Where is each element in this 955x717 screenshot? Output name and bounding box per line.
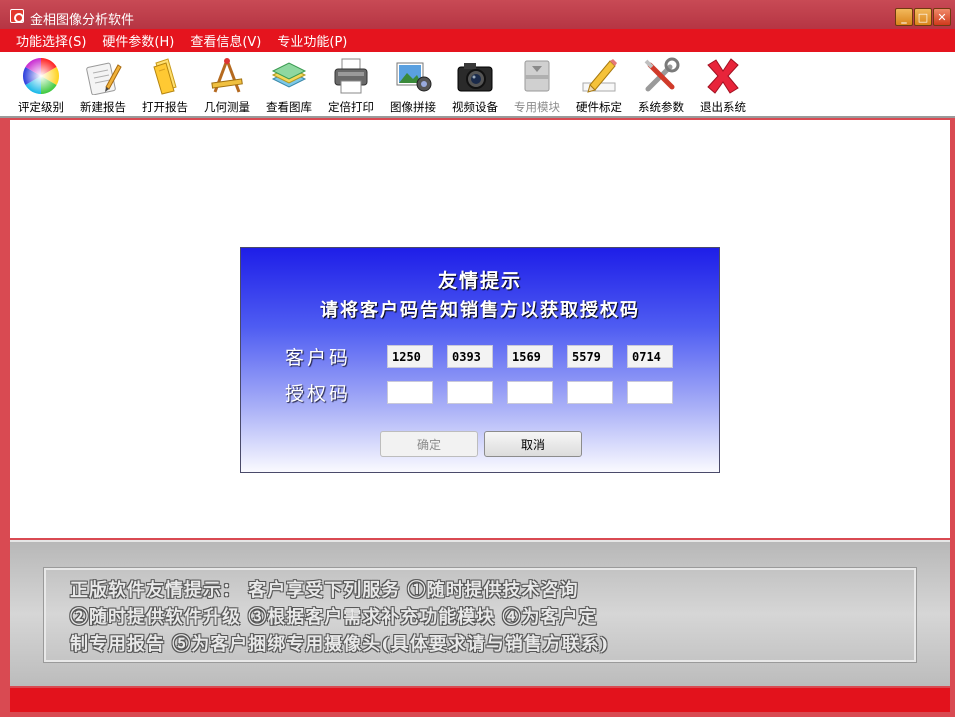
tool-label: 专用模块 bbox=[514, 100, 560, 114]
tools-icon bbox=[644, 57, 680, 92]
tool-system-params[interactable]: 系统参数 bbox=[630, 52, 692, 118]
module-icon bbox=[524, 60, 550, 92]
menu-hardware-params[interactable]: 硬件参数(H) bbox=[102, 31, 174, 50]
new-report-icon bbox=[86, 62, 122, 95]
tool-hardware-calibration[interactable]: 硬件标定 bbox=[568, 52, 630, 118]
maximize-button[interactable]: □ bbox=[914, 8, 932, 26]
title-bar[interactable]: 金相图像分析软件 _ □ ✕ bbox=[0, 0, 955, 29]
status-bar bbox=[10, 688, 950, 712]
banner-frame: 正版软件友情提示： 客户享受下列服务 ①随时提供技术咨询 ②随时提供软件升级 ③… bbox=[43, 567, 917, 663]
menu-pro-functions[interactable]: 专业功能(P) bbox=[277, 31, 347, 50]
image-stitch-icon bbox=[396, 62, 432, 92]
window-controls: _ □ ✕ bbox=[895, 8, 951, 26]
banner-line-1: 正版软件友情提示： 客户享受下列服务 ①随时提供技术咨询 bbox=[70, 580, 579, 601]
auth-code-field-4[interactable] bbox=[567, 381, 613, 404]
auth-code-field-3[interactable] bbox=[507, 381, 553, 404]
banner-line-2: ②随时提供软件升级 ③根据客户需求补充功能模块 ④为客户定 bbox=[70, 607, 598, 628]
tool-label: 硬件标定 bbox=[576, 100, 622, 114]
measure-tool-icon bbox=[211, 58, 243, 93]
dialog-title: 友情提示 bbox=[437, 270, 522, 292]
window-title: 金相图像分析软件 bbox=[30, 13, 135, 28]
tool-label: 查看图库 bbox=[266, 100, 312, 114]
close-button[interactable]: ✕ bbox=[933, 8, 951, 26]
toolbar: 评定级别 新建报告 打开报告 几何测量 查看图库 定倍打印 图像拼接 视频设备 … bbox=[0, 52, 955, 118]
ok-button[interactable]: 确定 bbox=[380, 431, 478, 457]
tool-view-gallery[interactable]: 查看图库 bbox=[258, 52, 320, 118]
dialog-message: 请将客户码告知销售方以获取授权码 bbox=[320, 300, 640, 321]
customer-code-field-5[interactable]: 0714 bbox=[627, 345, 673, 368]
license-dialog: 友情提示 请将客户码告知销售方以获取授权码 客户码 1250 0393 1569… bbox=[240, 247, 720, 473]
open-folder-icon bbox=[153, 58, 177, 95]
tool-label: 视频设备 bbox=[452, 100, 498, 114]
tool-scaled-print[interactable]: 定倍打印 bbox=[320, 52, 382, 118]
printer-icon bbox=[334, 58, 368, 94]
menu-view-info[interactable]: 查看信息(V) bbox=[190, 31, 261, 50]
cancel-button[interactable]: 取消 bbox=[484, 431, 582, 457]
tool-label: 几何测量 bbox=[204, 100, 250, 114]
tool-open-report[interactable]: 打开报告 bbox=[134, 52, 196, 118]
auth-code-field-2[interactable] bbox=[447, 381, 493, 404]
tool-label: 退出系统 bbox=[700, 100, 746, 114]
customer-code-field-4[interactable]: 5579 bbox=[567, 345, 613, 368]
auth-code-field-1[interactable] bbox=[387, 381, 433, 404]
customer-code-field-2[interactable]: 0393 bbox=[447, 345, 493, 368]
tool-geometry-measure[interactable]: 几何测量 bbox=[196, 52, 258, 118]
tool-exit-system[interactable]: 退出系统 bbox=[692, 52, 754, 118]
tool-grade-rating[interactable]: 评定级别 bbox=[10, 52, 72, 118]
tool-label: 新建报告 bbox=[80, 100, 126, 114]
tool-special-module[interactable]: 专用模块 bbox=[506, 52, 568, 118]
tool-video-device[interactable]: 视频设备 bbox=[444, 52, 506, 118]
auth-code-field-5[interactable] bbox=[627, 381, 673, 404]
customer-code-label: 客户码 bbox=[285, 347, 352, 369]
exit-icon bbox=[707, 58, 739, 94]
tool-label: 定倍打印 bbox=[328, 100, 374, 114]
app-window: 金相图像分析软件 _ □ ✕ 功能选择(S) 硬件参数(H) 查看信息(V) 专… bbox=[0, 0, 955, 717]
tool-label: 系统参数 bbox=[638, 100, 684, 114]
license-notice-banner: 正版软件友情提示： 客户享受下列服务 ①随时提供技术咨询 ②随时提供软件升级 ③… bbox=[10, 540, 950, 686]
tool-image-stitch[interactable]: 图像拼接 bbox=[382, 52, 444, 118]
color-wheel-icon bbox=[22, 57, 60, 95]
menu-function-select[interactable]: 功能选择(S) bbox=[16, 31, 86, 50]
minimize-button[interactable]: _ bbox=[895, 8, 913, 26]
banner-line-3: 制专用报告 ⑤为客户捆绑专用摄像头(具体要求请与销售方联系) bbox=[70, 634, 610, 655]
tool-label: 打开报告 bbox=[142, 100, 188, 114]
gallery-icon bbox=[271, 62, 307, 88]
tool-label: 图像拼接 bbox=[390, 100, 436, 114]
customer-code-field-1[interactable]: 1250 bbox=[387, 345, 433, 368]
camera-icon bbox=[457, 63, 493, 92]
tool-new-report[interactable]: 新建报告 bbox=[72, 52, 134, 118]
pencil-icon bbox=[582, 59, 617, 93]
tool-label: 评定级别 bbox=[18, 100, 64, 114]
auth-code-label: 授权码 bbox=[285, 383, 352, 405]
menu-bar: 功能选择(S) 硬件参数(H) 查看信息(V) 专业功能(P) bbox=[0, 29, 955, 52]
app-logo-icon bbox=[10, 9, 24, 23]
customer-code-field-3[interactable]: 1569 bbox=[507, 345, 553, 368]
